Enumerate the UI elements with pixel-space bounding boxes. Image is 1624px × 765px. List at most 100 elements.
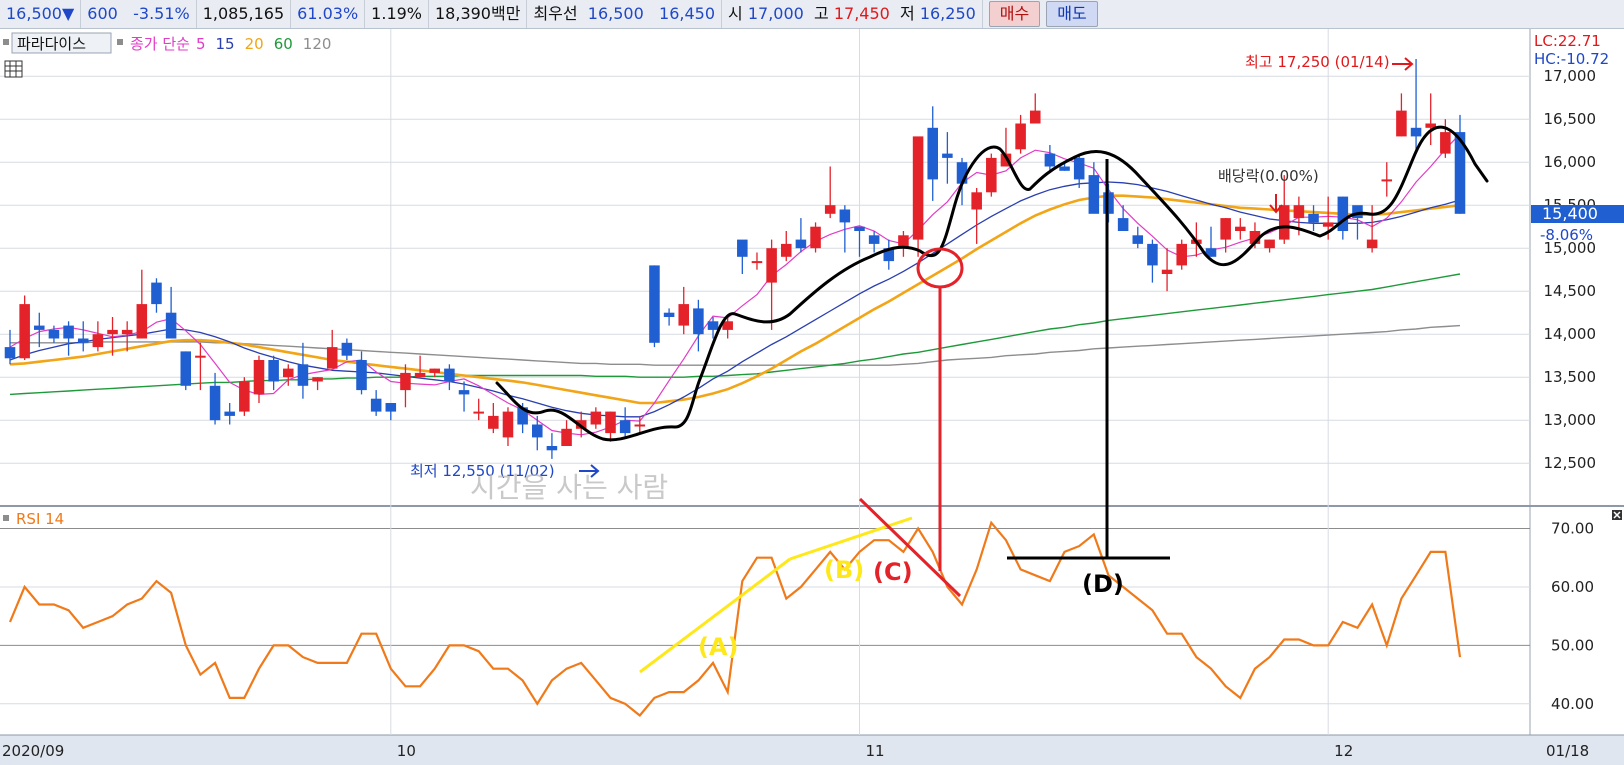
chart-area[interactable]: 12,50013,00013,50014,00014,50015,00015,5…	[0, 29, 1624, 765]
candle-down	[1410, 127, 1422, 137]
candle-up	[605, 411, 616, 434]
candle-up	[912, 136, 924, 240]
candle-up	[1264, 239, 1275, 249]
current-pct-tag: -8.06%	[1540, 226, 1593, 244]
x-tick-label: 12	[1334, 742, 1353, 760]
candle-down	[180, 351, 192, 386]
x-tick-label: 2020/09	[2, 742, 64, 760]
quote-bar: 16,500▼ 600 -3.51% 1,085,165 61.03% 1.19…	[0, 0, 1624, 29]
candle-down	[707, 321, 719, 330]
dividend-annotation: 배당락(0.00%)	[1218, 167, 1319, 185]
candle-down	[854, 226, 865, 231]
price-tick-label: 16,500	[1544, 110, 1597, 128]
rsi-tick-label: 70.00	[1551, 520, 1594, 538]
candle-up	[1015, 123, 1026, 150]
legend-square-icon	[3, 515, 9, 521]
candle-down	[63, 325, 74, 339]
best-ask: 16,500	[587, 4, 644, 23]
candle-up	[810, 226, 821, 249]
candle-up	[986, 157, 997, 193]
candle-up	[1366, 239, 1378, 249]
candle-down	[1352, 205, 1363, 219]
candle-up	[488, 415, 499, 429]
buy-button[interactable]: 매수	[988, 1, 1041, 27]
candle-up	[1176, 243, 1187, 266]
candle-up	[429, 368, 441, 373]
candle-down	[693, 308, 704, 335]
price-tick-label: 17,000	[1544, 67, 1597, 85]
candle-up	[502, 411, 514, 438]
candle-up	[971, 192, 982, 210]
high-annotation: 최고 17,250 (01/14)	[1245, 53, 1390, 71]
high-value: 17,450	[833, 4, 890, 23]
price-tick-label: 14,500	[1544, 282, 1597, 300]
candle-down	[868, 235, 880, 244]
volume-ratio: 61.03%	[291, 0, 366, 28]
x-axis-bar	[0, 735, 1624, 765]
sell-button[interactable]: 매도	[1046, 1, 1098, 27]
candle-down	[209, 385, 221, 421]
turnover-rate: 1.19%	[365, 0, 429, 28]
candle-up	[1029, 110, 1041, 124]
low-label: 저	[899, 4, 915, 23]
candle-down	[1073, 157, 1085, 180]
candle-down	[297, 364, 309, 386]
candle-down	[1132, 235, 1144, 244]
best-bid: 16,450	[659, 4, 716, 23]
volume: 1,085,165	[197, 0, 292, 28]
rsi-tick-label: 50.00	[1551, 636, 1594, 654]
legend-square-icon	[117, 39, 123, 45]
candle-down	[165, 312, 177, 339]
price-tick-label: 12,500	[1544, 454, 1597, 472]
down-arrow-icon: ▼	[61, 4, 75, 23]
candle-up	[253, 360, 265, 395]
candle-up	[1396, 110, 1407, 137]
candle-up	[678, 304, 690, 326]
candle-down	[1059, 166, 1070, 171]
candle-up	[136, 304, 148, 339]
price-tick-label: 13,500	[1544, 368, 1597, 386]
candle-down	[839, 209, 851, 223]
candle-down	[532, 424, 543, 438]
candle-down	[1308, 213, 1319, 223]
candle-up	[121, 329, 133, 335]
annotation-b: (B)	[824, 556, 864, 584]
candle-up	[473, 411, 484, 414]
price-change: 600 -3.51%	[81, 0, 197, 28]
candle-down	[1337, 196, 1349, 231]
rsi-tick-label: 40.00	[1551, 695, 1594, 713]
candle-up	[283, 368, 294, 378]
candle-down	[795, 239, 807, 249]
candle-up	[195, 355, 206, 358]
candle-down	[942, 153, 953, 158]
candle-up	[414, 372, 426, 378]
candle-up	[1235, 226, 1246, 231]
candle-down	[927, 127, 938, 180]
rsi-legend-label: RSI 14	[16, 510, 64, 528]
candle-up	[780, 243, 792, 257]
price-tick-label: 14,000	[1544, 325, 1597, 343]
candle-up	[561, 428, 572, 446]
candle-down	[458, 390, 470, 395]
candle-up	[1322, 222, 1334, 227]
stock-chart-window: 16,500▼ 600 -3.51% 1,085,165 61.03% 1.19…	[0, 0, 1624, 765]
table-grid-icon[interactable]	[4, 60, 23, 78]
x-tick-label: 11	[865, 742, 884, 760]
price-change-pct: -3.51%	[133, 4, 190, 23]
current-price: 16,500▼	[0, 0, 82, 28]
candle-up	[312, 377, 323, 382]
candle-down	[77, 338, 89, 343]
candle-down	[546, 446, 558, 451]
candle-down	[1088, 175, 1100, 214]
candle-up	[590, 411, 602, 425]
candle-down	[1117, 218, 1129, 231]
candle-down	[649, 265, 660, 343]
candle-up	[1293, 205, 1305, 219]
candle-up	[19, 304, 30, 359]
lc-label: LC:22.71	[1534, 32, 1601, 50]
trade-amount: 18,390백만	[429, 0, 528, 28]
watermark: 시간을 사는 사람	[470, 471, 668, 504]
candle-down	[444, 368, 455, 382]
candle-up	[1440, 132, 1451, 154]
best-quote: 최우선 16,500 16,450	[527, 0, 723, 28]
